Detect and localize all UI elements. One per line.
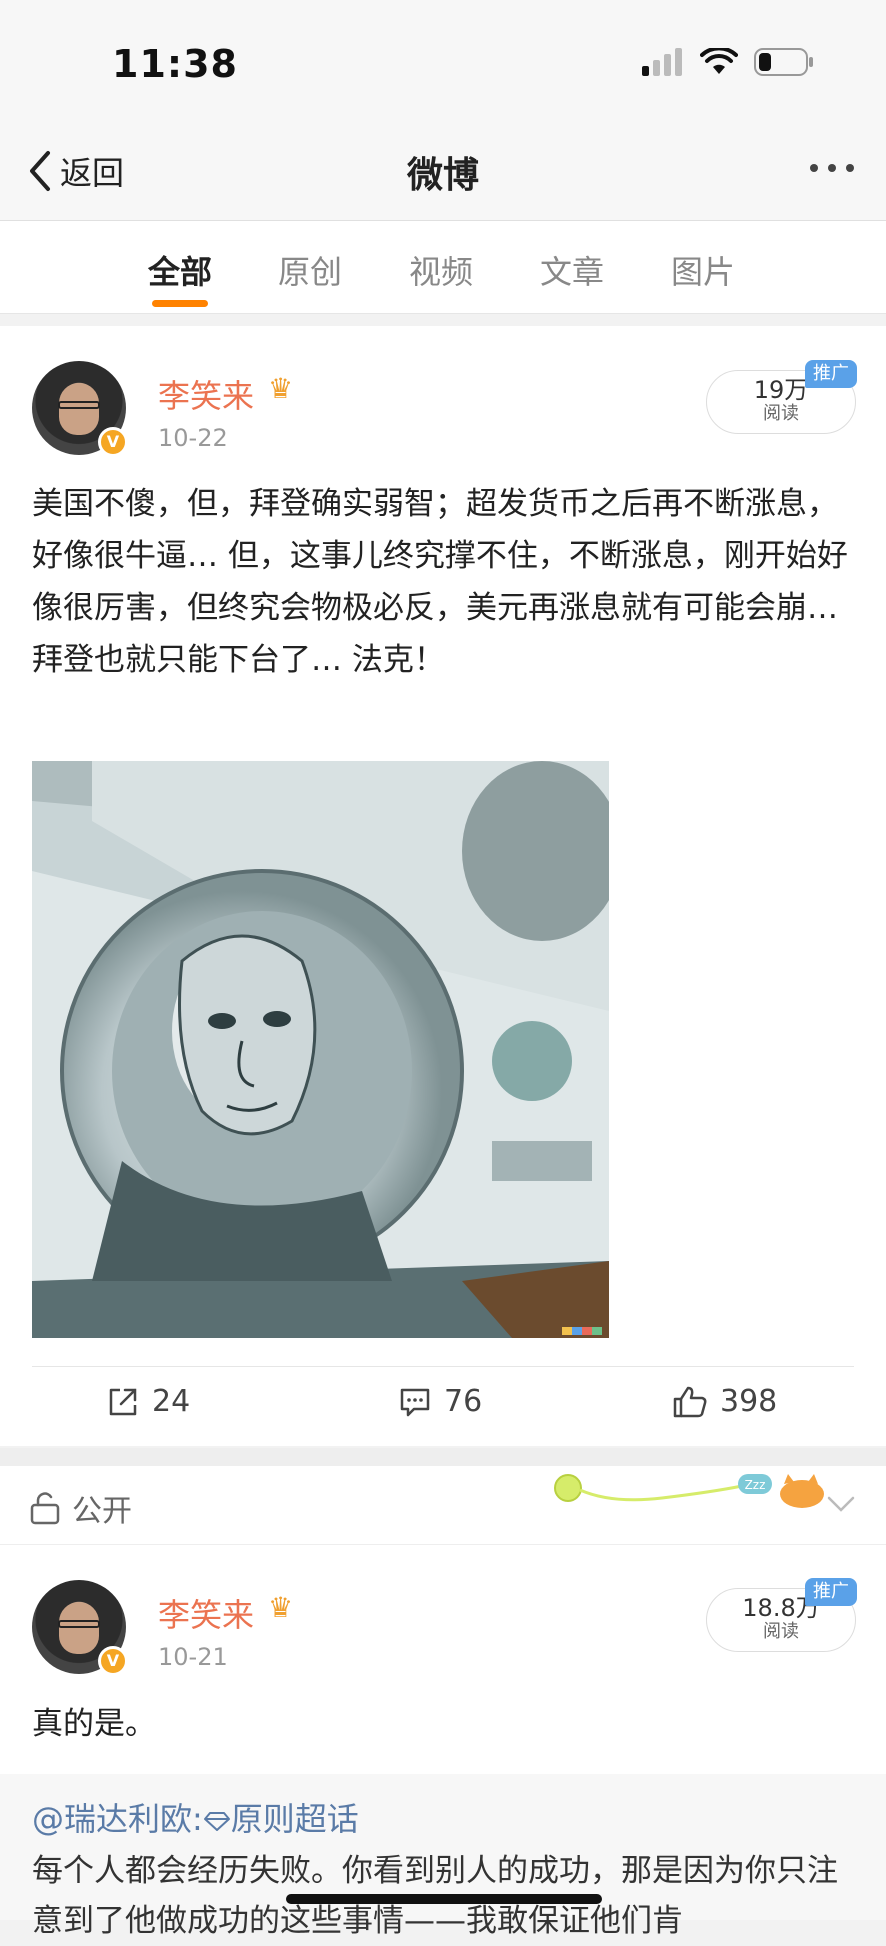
tab-video[interactable]: 视频 xyxy=(409,247,473,293)
divider xyxy=(32,1366,854,1367)
tab-image[interactable]: 图片 xyxy=(671,247,735,293)
crown-icon: ♛ xyxy=(268,1591,294,1624)
status-bar: 11:38 xyxy=(0,0,886,120)
avatar[interactable]: V xyxy=(32,1580,128,1676)
wifi-icon xyxy=(700,48,738,74)
repost-colon: : xyxy=(192,1800,203,1838)
repost-header: @瑞达利欧: 原则超话 xyxy=(32,1794,359,1840)
repost-topic[interactable]: 原则超话 xyxy=(231,1800,359,1838)
post-author[interactable]: 李笑来 xyxy=(158,371,254,417)
post-text: 真的是。 xyxy=(32,1706,156,1742)
status-icons xyxy=(642,48,814,76)
promote-badge[interactable]: 推广 xyxy=(805,360,857,388)
thumbs-up-icon xyxy=(673,1386,707,1417)
post-image[interactable] xyxy=(32,761,609,1338)
tab-original[interactable]: 原创 xyxy=(278,247,342,293)
crown-icon: ♛ xyxy=(268,372,294,405)
home-indicator[interactable] xyxy=(286,1894,602,1904)
promote-badge[interactable]: 推广 xyxy=(805,1578,857,1606)
repost-button[interactable]: 24 xyxy=(106,1384,190,1419)
active-tab-indicator xyxy=(152,300,208,307)
signal-icon xyxy=(642,48,682,76)
section-separator xyxy=(0,1448,886,1466)
read-count-label: 阅读 xyxy=(763,403,799,424)
diamond-icon xyxy=(203,1812,230,1831)
dot-icon xyxy=(846,164,854,172)
status-time: 11:38 xyxy=(112,42,238,86)
filter-tabs: 全部 原创 视频 文章 图片 xyxy=(0,221,886,314)
post-text: 美国不傻，但，拜登确实弱智；超发货币之后再不断涨息，好像很牛逼… 但，这事儿终究… xyxy=(32,486,848,678)
comment-button[interactable]: 76 xyxy=(398,1384,482,1419)
page-title: 微博 xyxy=(406,155,479,196)
sleeping-cat-yarn-icon: Zzz xyxy=(554,1474,824,1508)
privacy-setting[interactable]: 公开 xyxy=(30,1486,132,1530)
privacy-row: 公开 Zzz xyxy=(0,1466,886,1545)
post-date: 10-22 xyxy=(158,424,228,452)
post-date: 10-21 xyxy=(158,1643,228,1671)
like-count: 398 xyxy=(720,1384,778,1419)
dot-icon xyxy=(810,164,818,172)
battery-icon xyxy=(754,48,813,76)
verified-badge-icon: V xyxy=(98,1646,128,1676)
hundred-dollar-bill-photo-icon xyxy=(32,761,609,1338)
like-button[interactable]: 398 xyxy=(672,1384,777,1419)
privacy-label: 公开 xyxy=(72,1494,132,1529)
tab-article[interactable]: 文章 xyxy=(540,247,604,293)
more-options-button[interactable] xyxy=(810,164,854,172)
comment-count: 76 xyxy=(444,1384,483,1419)
verified-badge-icon: V xyxy=(98,427,128,457)
read-count-label: 阅读 xyxy=(763,1621,799,1642)
dot-icon xyxy=(828,164,836,172)
repost-source-user[interactable]: @瑞达利欧 xyxy=(32,1800,192,1838)
repost-count: 24 xyxy=(152,1384,191,1419)
avatar[interactable]: V xyxy=(32,361,128,457)
sleep-badge: Zzz xyxy=(745,1478,766,1492)
nav-bar: 返回 微博 xyxy=(0,120,886,221)
unlock-icon xyxy=(30,1492,60,1525)
tab-all[interactable]: 全部 xyxy=(148,247,212,293)
post-author[interactable]: 李笑来 xyxy=(158,1590,254,1636)
chevron-down-icon[interactable] xyxy=(826,1494,856,1514)
share-icon xyxy=(109,1388,137,1415)
comment-icon xyxy=(400,1388,430,1416)
